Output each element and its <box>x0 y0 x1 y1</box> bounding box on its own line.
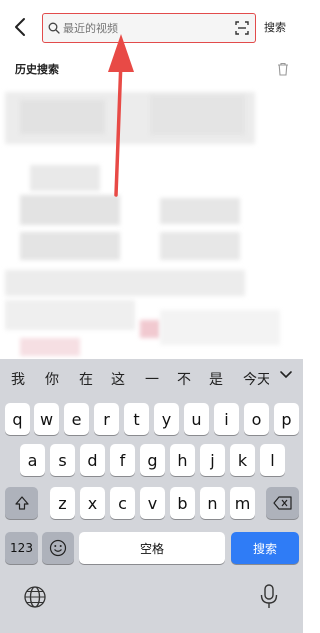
key-t[interactable]: t <box>124 403 149 435</box>
key-d[interactable]: d <box>80 444 105 476</box>
key-c[interactable]: c <box>110 487 135 519</box>
key-a[interactable]: a <box>20 444 45 476</box>
key-h[interactable]: h <box>170 444 195 476</box>
search-key[interactable]: 搜索 <box>231 532 299 564</box>
shift-icon <box>14 496 29 510</box>
candidate-item[interactable]: 我 <box>11 369 25 389</box>
key-l[interactable]: l <box>260 444 285 476</box>
key-i[interactable]: i <box>214 403 239 435</box>
key-p[interactable]: p <box>274 403 299 435</box>
key-u[interactable]: u <box>184 403 209 435</box>
key-j[interactable]: j <box>200 444 225 476</box>
key-v[interactable]: v <box>140 487 165 519</box>
keyboard: q w e r t y u i o p a s d f g h j k l z … <box>0 396 303 633</box>
scan-icon[interactable] <box>235 21 249 35</box>
voice-input-button[interactable] <box>258 583 280 615</box>
candidate-item[interactable]: 是 <box>209 369 223 389</box>
language-switch-button[interactable] <box>23 585 47 613</box>
key-x[interactable]: x <box>80 487 105 519</box>
microphone-icon <box>260 584 278 608</box>
key-n[interactable]: n <box>200 487 225 519</box>
key-z[interactable]: z <box>50 487 75 519</box>
back-button[interactable] <box>8 14 34 40</box>
key-q[interactable]: q <box>5 403 30 435</box>
key-b[interactable]: b <box>170 487 195 519</box>
candidate-item[interactable]: 一 <box>145 369 159 389</box>
key-m[interactable]: m <box>230 487 255 519</box>
candidate-item[interactable]: 不 <box>177 369 191 389</box>
key-f[interactable]: f <box>110 444 135 476</box>
key-w[interactable]: w <box>34 403 59 435</box>
search-icon <box>48 22 60 34</box>
candidate-item[interactable]: 在 <box>79 369 93 389</box>
chevron-left-icon <box>15 18 25 36</box>
candidate-item[interactable]: 今天 <box>243 369 269 389</box>
search-box[interactable] <box>42 13 256 43</box>
shift-key[interactable] <box>5 487 38 519</box>
candidate-item[interactable]: 你 <box>45 369 59 389</box>
key-g[interactable]: g <box>140 444 165 476</box>
history-title: 历史搜索 <box>15 63 59 76</box>
key-r[interactable]: r <box>94 403 119 435</box>
backspace-icon <box>272 496 292 510</box>
key-e[interactable]: e <box>64 403 89 435</box>
chevron-down-icon <box>280 371 292 379</box>
candidate-bar: 我 你 在 这 一 不 是 今天 <box>0 359 303 396</box>
globe-icon <box>24 586 46 608</box>
search-input[interactable] <box>63 18 228 38</box>
backspace-key[interactable] <box>266 487 299 519</box>
numbers-key[interactable]: 123 <box>5 532 38 564</box>
space-key[interactable]: 空格 <box>79 532 225 564</box>
candidate-item[interactable]: 这 <box>111 369 125 389</box>
search-button[interactable]: 搜索 <box>264 19 286 35</box>
emoji-icon <box>49 539 67 557</box>
key-s[interactable]: s <box>50 444 75 476</box>
key-y[interactable]: y <box>154 403 179 435</box>
emoji-key[interactable] <box>42 532 74 564</box>
key-k[interactable]: k <box>230 444 255 476</box>
key-o[interactable]: o <box>244 403 269 435</box>
expand-candidates-button[interactable] <box>278 366 294 386</box>
trash-icon[interactable] <box>276 62 290 76</box>
